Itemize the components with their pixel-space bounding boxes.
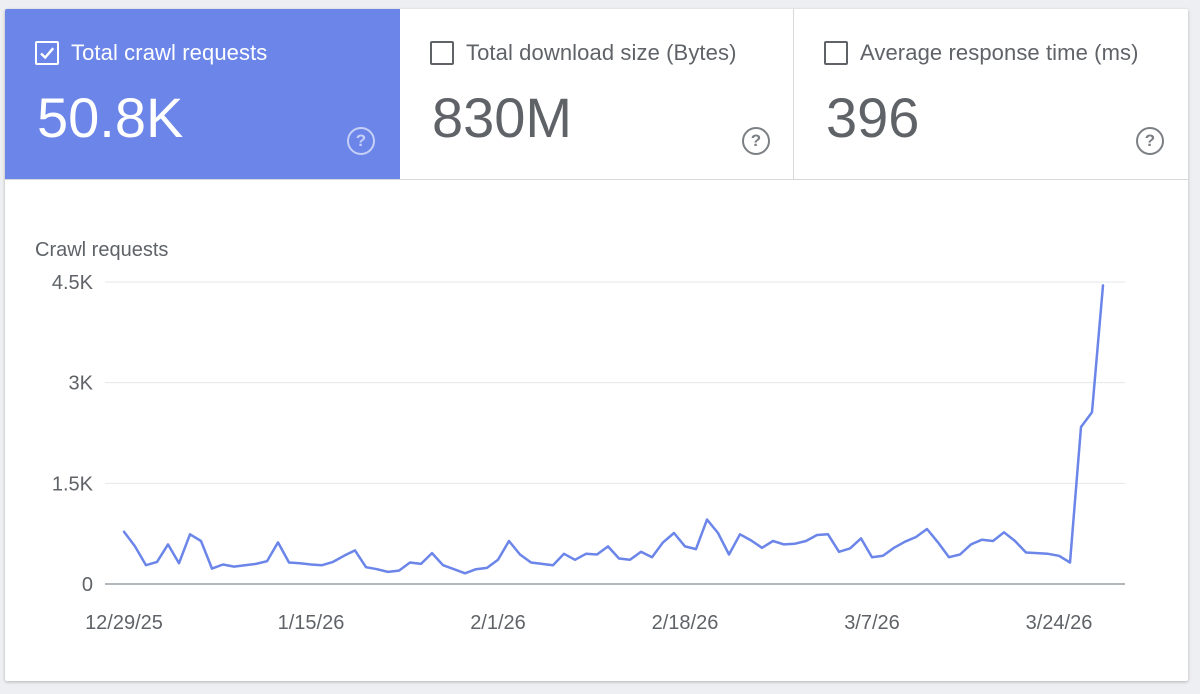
crawl-requests-chart: 0 1.5K 3K 4.5K 12/29/25 1/15/26 2/1/26 2/18/26 3… — [52, 272, 1125, 634]
x-tick-label: 2/18/26 — [652, 612, 719, 634]
x-tick-label: 3/7/26 — [844, 612, 900, 634]
y-tick-label: 4.5K — [52, 272, 94, 294]
series-line-crawl-requests — [122, 284, 1105, 575]
y-tick-label: 0 — [82, 574, 93, 596]
x-tick-label: 1/15/26 — [278, 612, 345, 634]
crawl-stats-panel: Total crawl requests 50.8K ? Total downl… — [5, 9, 1188, 681]
x-tick-label: 12/29/25 — [85, 612, 163, 634]
x-tick-label: 3/24/26 — [1026, 612, 1093, 634]
x-tick-label: 2/1/26 — [470, 612, 526, 634]
y-tick-label: 3K — [69, 373, 94, 395]
y-tick-label: 1.5K — [52, 473, 94, 495]
